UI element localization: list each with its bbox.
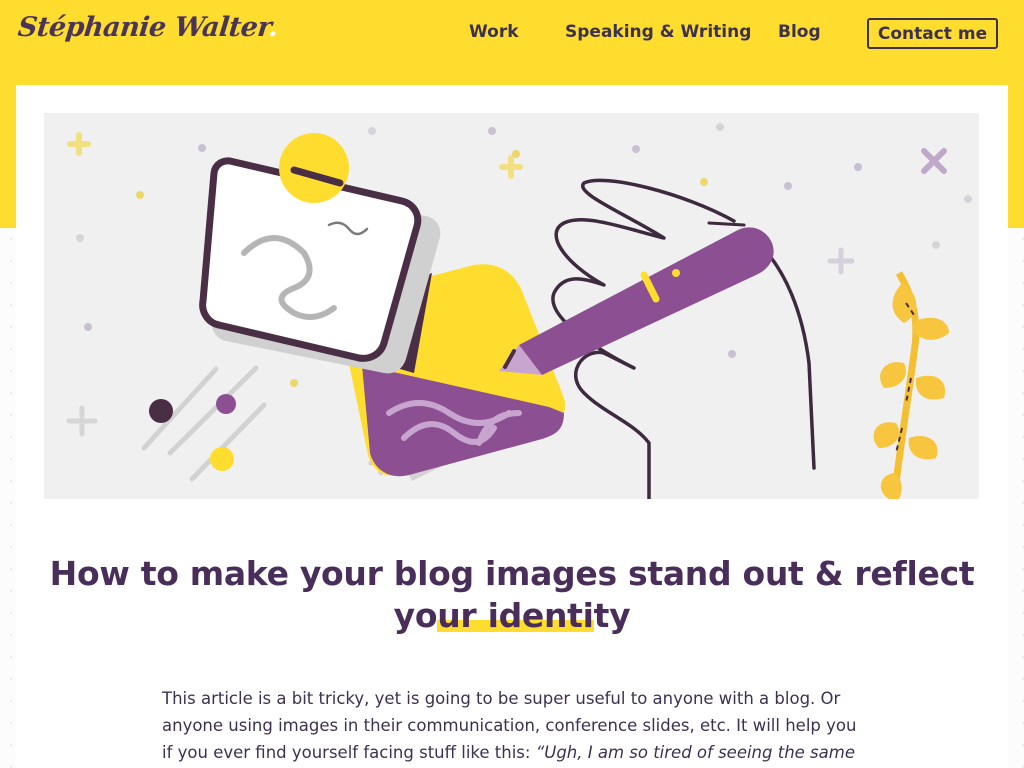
site-header: Stéphanie Walter. Work Speaking & Writin… (0, 0, 1024, 68)
logo-text: Stéphanie Walter (16, 12, 271, 43)
leaf-branch-icon (873, 271, 949, 499)
stylus-drawing-illustration (66, 123, 972, 499)
image-icon (199, 133, 441, 374)
title-line-1: How to make your blog images stand out &… (49, 554, 975, 593)
intro-quote: “Ugh, I am so tired of seeing the same (535, 743, 855, 762)
logo-dot: . (267, 12, 280, 43)
title-line-2-start: yo (393, 596, 438, 635)
article-title: How to make your blog images stand out &… (30, 553, 994, 637)
nav-item-speaking-writing[interactable]: Speaking & Writing (565, 22, 751, 42)
nav-item-blog[interactable]: Blog (778, 22, 821, 42)
title-line-2-end: ty (593, 596, 631, 635)
nav-item-work[interactable]: Work (469, 22, 519, 42)
slider-icon (141, 365, 267, 482)
site-logo[interactable]: Stéphanie Walter. (16, 12, 279, 43)
hero-image (44, 113, 979, 499)
article-intro: This article is a bit tricky, yet is goi… (162, 685, 862, 766)
title-highlight: ur identi (437, 596, 594, 635)
contact-button[interactable]: Contact me (867, 18, 998, 49)
